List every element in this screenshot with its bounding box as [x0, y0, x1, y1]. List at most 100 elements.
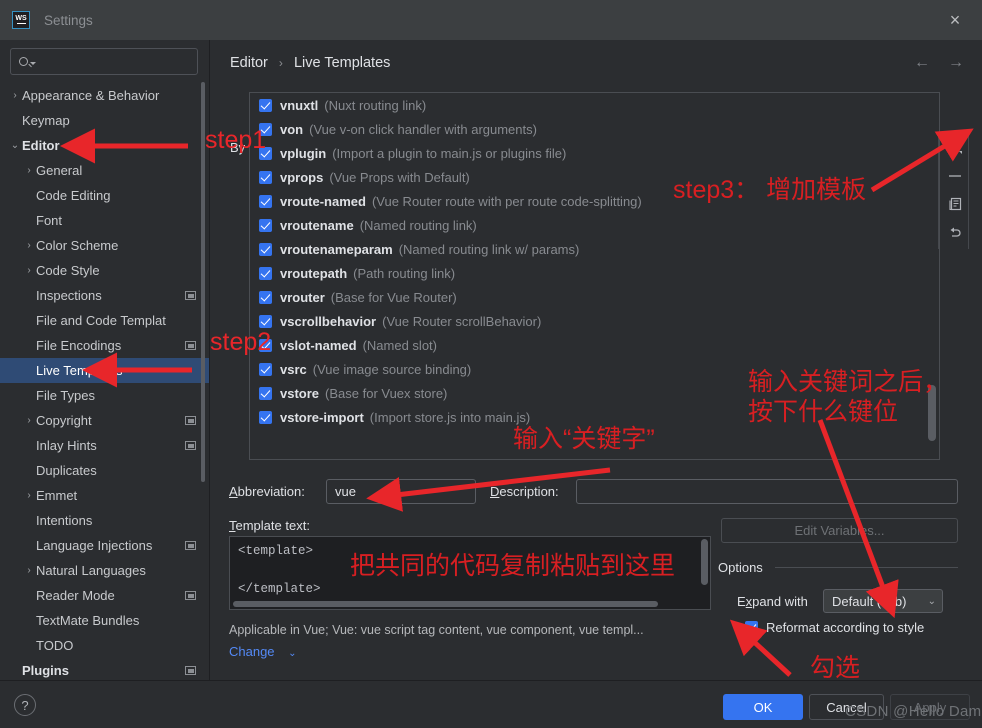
chevron-right-icon[interactable]: › [22, 165, 36, 176]
template-list-item[interactable]: vplugin (Import a plugin to main.js or pl… [250, 141, 939, 165]
close-icon[interactable]: × [928, 0, 982, 40]
template-abbreviation: von [280, 121, 304, 137]
edit-variables-button[interactable]: Edit Variables... [721, 518, 958, 543]
sidebar-item-emmet[interactable]: › Emmet [0, 483, 210, 508]
reformat-option-row[interactable]: Reformat according to style [745, 620, 924, 635]
template-enabled-checkbox[interactable] [259, 98, 272, 112]
remove-template-icon[interactable] [942, 164, 968, 189]
chevron-right-icon[interactable]: › [22, 265, 36, 276]
chevron-down-icon[interactable]: ⌄ [8, 140, 22, 151]
applicable-context-text: Applicable in Vue; Vue: vue script tag c… [229, 623, 644, 637]
template-abbreviation: vplugin [280, 145, 327, 161]
sidebar-item-natural-languages[interactable]: › Natural Languages [0, 558, 210, 583]
template-text-editor[interactable]: <template> </template> [229, 536, 711, 610]
duplicate-template-icon[interactable] [942, 192, 968, 217]
template-enabled-checkbox[interactable] [259, 410, 272, 424]
reformat-checkbox[interactable] [745, 621, 758, 634]
template-enabled-checkbox[interactable] [259, 218, 272, 232]
project-scope-icon [185, 591, 196, 600]
sidebar-item-todo[interactable]: TODO [0, 633, 210, 658]
template-enabled-checkbox[interactable] [259, 122, 272, 136]
sidebar-item-label: Code Editing [36, 188, 111, 203]
sidebar-item-editor[interactable]: ⌄ Editor [0, 133, 210, 158]
template-list-item[interactable]: vslot-named (Named slot) [250, 333, 939, 357]
forward-arrow-icon[interactable]: → [948, 54, 964, 72]
sidebar-item-copyright[interactable]: › Copyright [0, 408, 210, 433]
template-list-item[interactable]: vstore (Base for Vuex store) [250, 381, 939, 405]
template-enabled-checkbox[interactable] [259, 266, 272, 280]
sidebar-item-inlay-hints[interactable]: Inlay Hints [0, 433, 210, 458]
template-list-item[interactable]: vprops (Vue Props with Default) [250, 165, 939, 189]
template-enabled-checkbox[interactable] [259, 290, 272, 304]
description-input[interactable] [576, 479, 958, 504]
template-enabled-checkbox[interactable] [259, 194, 272, 208]
sidebar-item-file-types[interactable]: File Types [0, 383, 210, 408]
ok-button[interactable]: OK [723, 694, 803, 720]
search-area [0, 40, 210, 81]
template-text-horizontal-scrollbar[interactable] [233, 601, 658, 607]
template-list-item[interactable]: vsrc (Vue image source binding) [250, 357, 939, 381]
template-list-item[interactable]: vroutepath (Path routing link) [250, 261, 939, 285]
sidebar-item-file-encodings[interactable]: File Encodings [0, 333, 210, 358]
template-abbreviation: vnuxtl [280, 97, 319, 113]
sidebar-item-general[interactable]: › General [0, 158, 210, 183]
template-list-item[interactable]: vscrollbehavior (Vue Router scrollBehavio… [250, 309, 939, 333]
sidebar-item-color-scheme[interactable]: › Color Scheme [0, 233, 210, 258]
expand-with-select[interactable]: Default (Tab) ⌄ [823, 589, 943, 613]
template-description: (Nuxt routing link) [324, 97, 427, 113]
chevron-right-icon[interactable]: › [22, 490, 36, 501]
project-scope-icon [185, 291, 196, 300]
sidebar-item-live-templates[interactable]: Live Templates [0, 358, 210, 383]
template-list-item[interactable]: vrouter (Base for Vue Router) [250, 285, 939, 309]
sidebar-item-label: Editor [22, 138, 60, 153]
sidebar-item-label: Font [36, 213, 63, 228]
search-input[interactable] [10, 48, 198, 75]
sidebar-item-textmate-bundles[interactable]: TextMate Bundles [0, 608, 210, 633]
template-description: (Vue Props with Default) [329, 169, 470, 185]
revert-template-icon[interactable] [942, 221, 968, 246]
sidebar-item-reader-mode[interactable]: Reader Mode [0, 583, 210, 608]
template-enabled-checkbox[interactable] [259, 146, 272, 160]
sidebar-item-code-editing[interactable]: Code Editing [0, 183, 210, 208]
template-list-item[interactable]: vroute-named (Vue Router route with per r… [250, 189, 939, 213]
chevron-down-icon [30, 62, 36, 65]
template-text-vertical-scrollbar[interactable] [701, 539, 708, 585]
sidebar-item-duplicates[interactable]: Duplicates [0, 458, 210, 483]
template-list-item[interactable]: von (Vue v-on click handler with argument… [250, 117, 939, 141]
template-list-item[interactable]: vroutenameparam (Named routing link w/ pa… [250, 237, 939, 261]
add-template-icon[interactable] [942, 135, 968, 160]
template-toolbar [941, 135, 969, 245]
template-enabled-checkbox[interactable] [259, 338, 272, 352]
help-icon[interactable]: ? [14, 694, 36, 716]
template-enabled-checkbox[interactable] [259, 242, 272, 256]
chevron-right-icon[interactable]: › [8, 90, 22, 101]
chevron-right-icon[interactable]: › [22, 415, 36, 426]
breadcrumb-root[interactable]: Editor [230, 55, 268, 71]
back-arrow-icon[interactable]: ← [914, 54, 930, 72]
abbreviation-input[interactable]: vue [326, 479, 476, 504]
sidebar-item-label: Appearance & Behavior [22, 88, 160, 103]
template-enabled-checkbox[interactable] [259, 386, 272, 400]
template-enabled-checkbox[interactable] [259, 314, 272, 328]
sidebar-item-file-and-code-templat[interactable]: File and Code Templat [0, 308, 210, 333]
sidebar-item-language-injections[interactable]: Language Injections [0, 533, 210, 558]
template-enabled-checkbox[interactable] [259, 362, 272, 376]
chevron-right-icon[interactable]: › [22, 240, 36, 251]
change-context-link[interactable]: Change ⌄ [229, 644, 297, 659]
sidebar-item-code-style[interactable]: › Code Style [0, 258, 210, 283]
template-enabled-checkbox[interactable] [259, 170, 272, 184]
sidebar-item-label: Live Templates [36, 363, 123, 378]
sidebar-item-intentions[interactable]: Intentions [0, 508, 210, 533]
template-list-item[interactable]: vnuxtl (Nuxt routing link) [250, 93, 939, 117]
sidebar-item-font[interactable]: Font [0, 208, 210, 233]
template-list-item[interactable]: vstore-import (Import store.js into main.… [250, 405, 939, 429]
chevron-right-icon[interactable]: › [22, 565, 36, 576]
sidebar-item-inspections[interactable]: Inspections [0, 283, 210, 308]
sidebar-item-keymap[interactable]: Keymap [0, 108, 210, 133]
template-list-item[interactable]: vroutename (Named routing link) [250, 213, 939, 237]
template-list-scrollbar[interactable] [928, 385, 936, 441]
live-templates-list[interactable]: vnuxtl (Nuxt routing link) von (Vue v-on cl… [249, 92, 940, 460]
sidebar-item-appearance-behavior[interactable]: › Appearance & Behavior [0, 83, 210, 108]
sidebar-item-label: Copyright [36, 413, 92, 428]
sidebar-scrollbar[interactable] [201, 82, 205, 482]
